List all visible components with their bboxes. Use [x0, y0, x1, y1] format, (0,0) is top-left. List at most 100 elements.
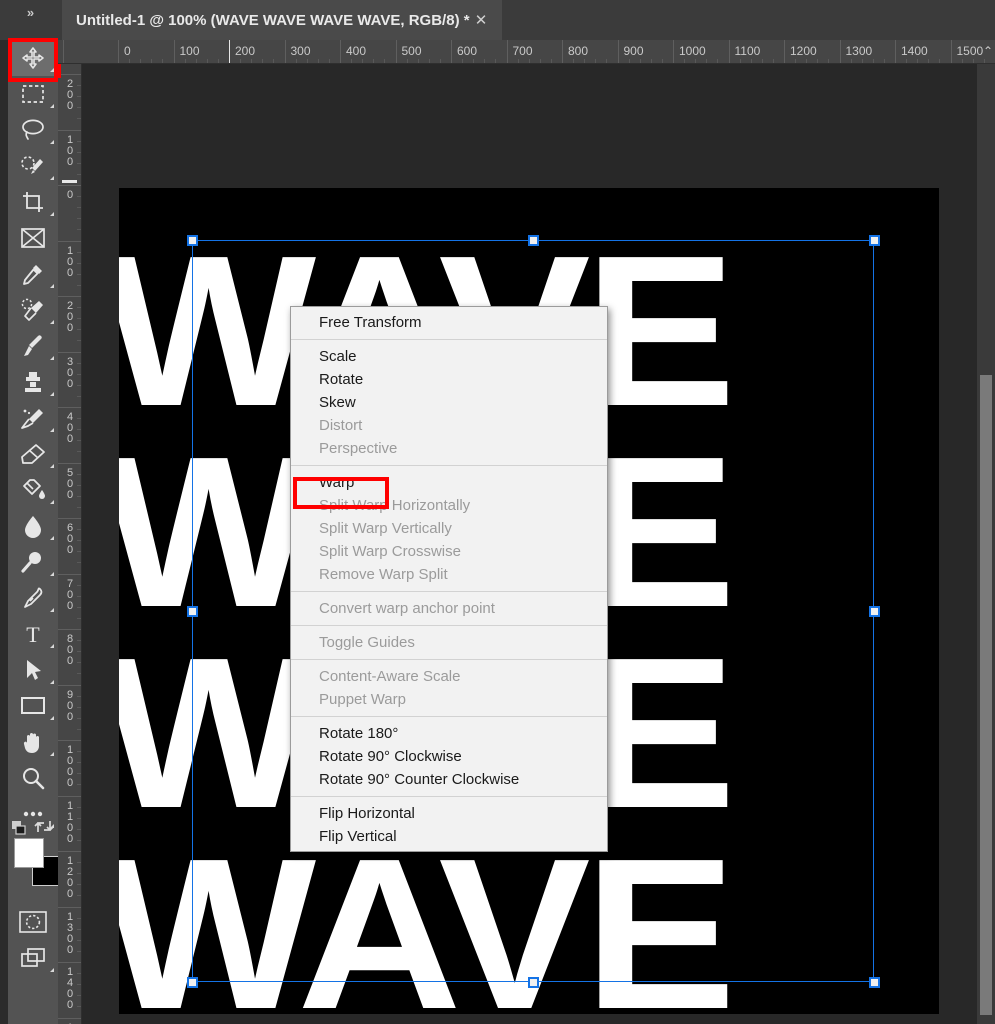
quick-mask-button[interactable]	[8, 904, 58, 940]
ruler-subtick	[77, 728, 81, 730]
lasso-icon	[22, 119, 44, 140]
clone-stamp-icon	[25, 372, 41, 392]
menu-separator	[291, 591, 607, 592]
menu-separator	[291, 716, 607, 717]
screen-mode-button[interactable]	[8, 940, 58, 976]
tool-type-tool[interactable]: T	[8, 616, 58, 652]
menu-item-convert-warp-anchor-point: Convert warp anchor point	[319, 600, 495, 617]
crop-icon	[23, 192, 43, 212]
transform-handle-middle-left[interactable]	[187, 606, 198, 617]
menu-item-flip-vertical[interactable]: Flip Vertical	[291, 825, 607, 848]
ruler-label: 100	[179, 44, 200, 58]
ruler-subtick	[240, 59, 242, 63]
menu-item-free-transform[interactable]: Free Transform	[291, 311, 607, 334]
tool-blur-tool[interactable]	[8, 508, 58, 544]
ruler-subtick	[77, 617, 81, 619]
ruler-subtick	[77, 173, 81, 175]
vertical-ruler[interactable]: 2001000100200300400500600700800900100011…	[58, 64, 82, 1024]
ruler-subtick	[77, 706, 81, 708]
ruler-subtick	[550, 59, 552, 63]
transform-handle-top-right[interactable]	[869, 235, 880, 246]
ruler-tick	[58, 1017, 81, 1019]
transform-handle-middle-right[interactable]	[869, 606, 880, 617]
ruler-tick	[950, 40, 952, 63]
tool-group-indicator	[50, 428, 54, 432]
menu-item-rotate-90-counter-clockwise[interactable]: Rotate 90° Counter Clockwise	[291, 768, 607, 791]
ruler-subtick	[77, 540, 81, 542]
chevron-up-icon[interactable]: ⌃	[983, 44, 993, 58]
brush-icon	[24, 335, 42, 356]
ruler-label: 1000	[66, 744, 74, 789]
menu-item-remove-warp-split: Remove Warp Split	[319, 566, 448, 583]
foreground-color-swatch[interactable]	[14, 838, 44, 868]
ruler-subtick	[262, 59, 264, 63]
ruler-subtick	[77, 418, 81, 420]
tool-spot-healing-brush-tool[interactable]	[8, 292, 58, 328]
menu-item-rotate-180[interactable]: Rotate 180°	[291, 722, 607, 745]
tool-path-selection-tool[interactable]	[8, 652, 58, 688]
tool-zoom-tool[interactable]	[8, 760, 58, 796]
menu-item-rotate-90-clockwise[interactable]: Rotate 90° Clockwise	[291, 745, 607, 768]
close-icon[interactable]: ✕	[472, 11, 490, 29]
tool-group-indicator	[50, 176, 54, 180]
menu-item-rotate[interactable]: Rotate	[291, 368, 607, 391]
menu-item-skew[interactable]: Skew	[291, 391, 607, 414]
tool-lasso-tool[interactable]	[8, 112, 58, 148]
paint-bucket-icon	[23, 479, 45, 499]
tool-hand-tool[interactable]	[8, 724, 58, 760]
tool-history-brush-tool[interactable]	[8, 400, 58, 436]
document-tab[interactable]: Untitled-1 @ 100% (WAVE WAVE WAVE WAVE, …	[62, 0, 502, 40]
ruler-subtick	[417, 59, 419, 63]
ruler-subtick	[861, 59, 863, 63]
menu-item-scale[interactable]: Scale	[291, 345, 607, 368]
tool-move-tool[interactable]	[8, 40, 58, 76]
tool-group-indicator	[50, 572, 54, 576]
ruler-subtick	[77, 895, 81, 897]
ruler-tick	[58, 518, 81, 519]
tool-pen-tool[interactable]	[8, 580, 58, 616]
ruler-subtick	[650, 59, 652, 63]
tool-crop-tool[interactable]	[8, 184, 58, 220]
menu-separator	[291, 465, 607, 466]
panel-expander-icon[interactable]: »	[8, 2, 52, 22]
tool-rectangular-marquee-tool[interactable]	[8, 76, 58, 112]
ruler-subtick	[77, 562, 81, 564]
vertical-scrollbar-thumb[interactable]	[980, 375, 992, 1015]
vertical-scrollbar[interactable]	[977, 64, 995, 1024]
ruler-subtick	[77, 817, 81, 819]
ruler-subtick	[972, 59, 974, 63]
ruler-tick	[58, 407, 81, 408]
ruler-tick	[118, 40, 119, 63]
transform-handle-top-left[interactable]	[187, 235, 198, 246]
ruler-label: 300	[66, 355, 74, 390]
ruler-subtick	[77, 529, 81, 531]
tool-dodge-tool[interactable]	[8, 544, 58, 580]
ruler-label: 200	[235, 44, 256, 58]
tool-eraser-tool[interactable]	[8, 436, 58, 472]
tool-rectangle-tool[interactable]	[8, 688, 58, 724]
ruler-subtick	[77, 784, 81, 786]
tool-gradient-tool[interactable]	[8, 472, 58, 508]
tool-eyedropper-tool[interactable]	[8, 256, 58, 292]
menu-item-warp[interactable]: Warp	[291, 471, 607, 494]
transform-handle-bottom-right[interactable]	[869, 977, 880, 988]
ruler-subtick	[806, 59, 808, 63]
ruler-subtick	[77, 939, 81, 941]
tool-clone-stamp-tool[interactable]	[8, 364, 58, 400]
type-icon: T	[26, 622, 40, 646]
transform-handle-bottom-center[interactable]	[528, 977, 539, 988]
ruler-subtick	[77, 196, 81, 198]
ruler-label: 100	[66, 133, 74, 168]
menu-item-flip-horizontal[interactable]: Flip Horizontal	[291, 802, 607, 825]
tool-frame-tool[interactable]	[8, 220, 58, 256]
transform-handle-top-center[interactable]	[528, 235, 539, 246]
horizontal-ruler[interactable]: ⌃ 0 100 200 300 400 500 600 700 800 900 1000 1100 12…	[58, 40, 995, 64]
ruler-subtick	[77, 862, 81, 864]
ruler-subtick	[77, 584, 81, 586]
tool-object-selection-tool[interactable]	[8, 148, 58, 184]
ruler-label: 800	[568, 44, 589, 58]
document-tab-title: Untitled-1 @ 100% (WAVE WAVE WAVE WAVE, …	[76, 11, 470, 29]
transform-context-menu[interactable]: Free Transform Scale Rotate Skew Distort Pers…	[290, 306, 608, 852]
tool-brush-tool[interactable]	[8, 328, 58, 364]
transform-handle-bottom-left[interactable]	[187, 977, 198, 988]
